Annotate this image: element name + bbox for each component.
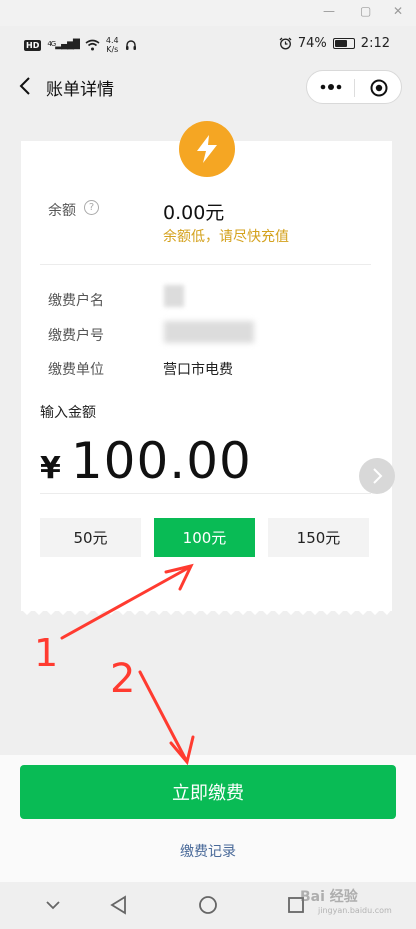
annotation-number-2: 2 (110, 656, 135, 702)
annotation-arrow-1 (60, 565, 192, 640)
annotation-layer: 1 2 (34, 563, 195, 766)
annotation-number-1: 1 (34, 631, 58, 675)
annotation-arrow-2 (138, 670, 188, 762)
